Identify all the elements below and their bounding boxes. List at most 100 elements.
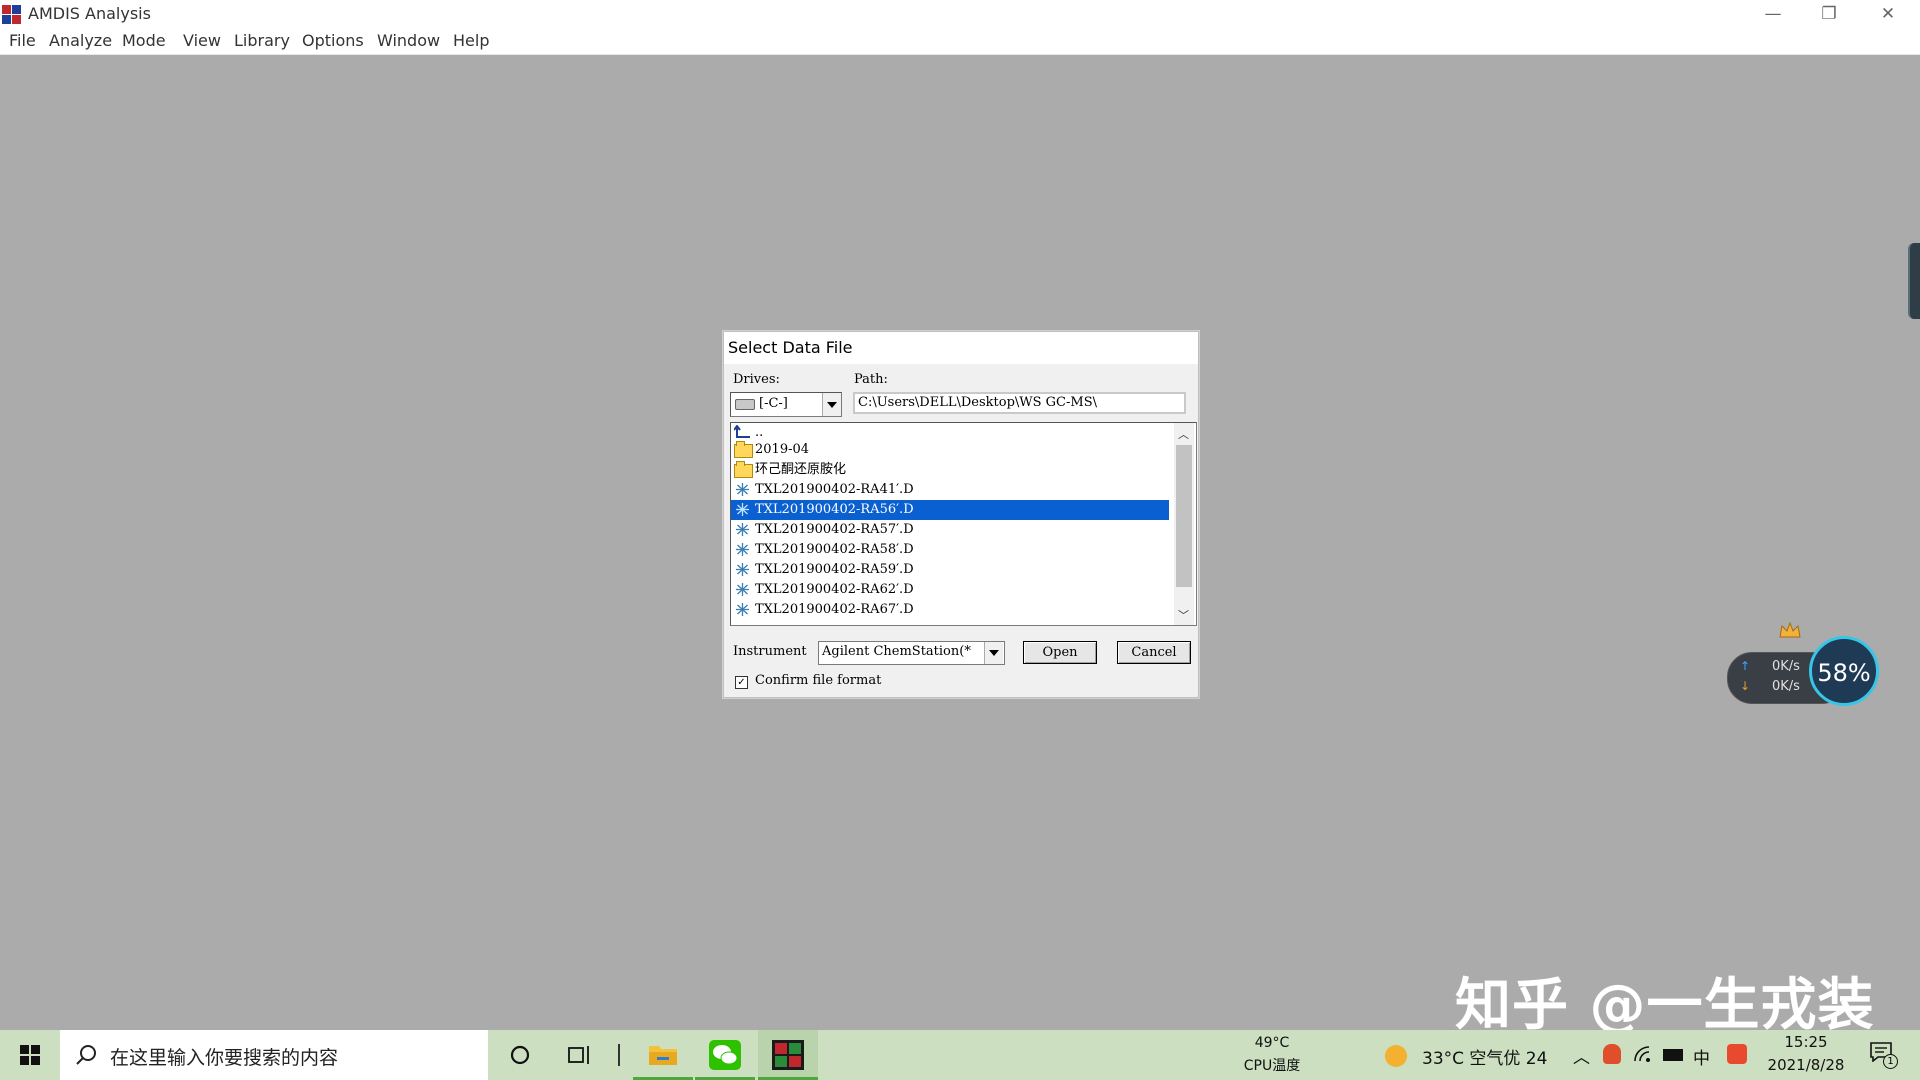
- menu-help[interactable]: Help: [453, 31, 489, 50]
- folder-icon: [734, 461, 753, 478]
- start-button[interactable]: [0, 1030, 60, 1080]
- clock-date[interactable]: 2021/8/28: [1760, 1056, 1852, 1074]
- instrument-select[interactable]: Agilent ChemStation(*: [818, 641, 1005, 665]
- chemstation-file-icon: [736, 503, 749, 516]
- cpu-temp-label: CPU温度: [1243, 1058, 1301, 1074]
- list-item-label: TXL201900402-RA59′.D: [755, 562, 914, 577]
- list-item-label: 环己酮还原胺化: [755, 462, 847, 477]
- wechat-taskbar-button[interactable]: [695, 1030, 755, 1080]
- minimize-button[interactable]: —: [1745, 0, 1801, 28]
- list-item-datafile[interactable]: TXL201900402-RA67′.D: [731, 600, 1169, 620]
- notification-count-badge: 1: [1883, 1054, 1898, 1069]
- list-item-datafile[interactable]: TXL201900402-RA41′.D: [731, 480, 1169, 500]
- taskbar: 在这里输入你要搜索的内容 49°C CPU温度 33°C 空气优 24 ︿ 中 …: [0, 1030, 1920, 1080]
- menu-bar: File Analyze Mode View Library Options W…: [0, 28, 1920, 55]
- ime-indicator[interactable]: 中: [1693, 1044, 1710, 1069]
- battery-icon[interactable]: [1663, 1049, 1683, 1061]
- memory-usage-percent: 58%: [1817, 659, 1871, 687]
- list-item-folder[interactable]: 环己酮还原胺化: [731, 460, 1169, 480]
- chevron-down-icon: [827, 402, 837, 408]
- clock-time[interactable]: 15:25: [1766, 1033, 1846, 1051]
- menu-view[interactable]: View: [183, 31, 221, 50]
- taskbar-search[interactable]: 在这里输入你要搜索的内容: [60, 1030, 488, 1080]
- confirm-file-format-checkbox[interactable]: ✓: [735, 676, 748, 689]
- list-item-label: TXL201900402-RA41′.D: [755, 482, 914, 497]
- upload-arrow-icon: ↑: [1740, 659, 1751, 673]
- minimize-icon: —: [1764, 4, 1782, 24]
- download-arrow-icon: ↓: [1740, 679, 1751, 693]
- restore-icon: ❐: [1821, 4, 1837, 24]
- list-item-datafile[interactable]: TXL201900402-RA62′.D: [731, 580, 1169, 600]
- file-explorer-taskbar-button[interactable]: [633, 1030, 693, 1080]
- cortana-circle-icon: [510, 1045, 530, 1065]
- drives-label: Drives:: [733, 372, 780, 387]
- window-title: AMDIS Analysis: [28, 4, 151, 23]
- file-list[interactable]: .. 2019-04 环己酮还原胺化 TXL201900402-RA41′.D …: [730, 422, 1197, 626]
- cpu-temp-value: 49°C: [1254, 1035, 1290, 1051]
- select-data-file-dialog: Select Data File Drives: [-C-] Path: C:\…: [723, 331, 1199, 698]
- list-item-datafile[interactable]: TXL201900402-RA57′.D: [731, 520, 1169, 540]
- folder-icon: [649, 1046, 677, 1065]
- parent-folder-icon: [734, 425, 750, 438]
- instrument-dropdown-button[interactable]: [984, 642, 1003, 664]
- chemstation-file-icon: [736, 563, 749, 576]
- chemstation-file-icon: [736, 523, 749, 536]
- amdis-app-icon: [2, 5, 21, 24]
- list-item-datafile[interactable]: TXL201900402-RA58′.D: [731, 540, 1169, 560]
- chevron-down-icon: [989, 650, 999, 656]
- amdis-taskbar-button[interactable]: [758, 1030, 818, 1080]
- drives-dropdown-button[interactable]: [822, 393, 841, 416]
- weather-text[interactable]: 33°C 空气优 24: [1422, 1044, 1547, 1069]
- task-view-button[interactable]: [550, 1030, 610, 1080]
- chemstation-file-icon: [736, 543, 749, 556]
- menu-analyze[interactable]: Analyze: [49, 31, 112, 50]
- list-item-datafile[interactable]: TXL201900402-RA59′.D: [731, 560, 1169, 580]
- scrollbar-thumb[interactable]: [1176, 445, 1192, 587]
- list-item-label: TXL201900402-RA56′.D: [755, 502, 914, 517]
- action-center-button[interactable]: 1: [1870, 1042, 1898, 1069]
- sogou-ime-icon[interactable]: [1727, 1044, 1747, 1064]
- scroll-up-icon[interactable]: ︿: [1178, 426, 1189, 442]
- wechat-icon: [709, 1040, 741, 1070]
- drives-select[interactable]: [-C-]: [730, 392, 842, 417]
- search-icon: [76, 1045, 96, 1065]
- show-hidden-icons-chevron-icon[interactable]: ︿: [1573, 1043, 1590, 1068]
- menu-window[interactable]: Window: [377, 31, 440, 50]
- dialog-title: Select Data File: [728, 338, 853, 357]
- amdis-app-icon: [772, 1040, 804, 1070]
- menu-library[interactable]: Library: [234, 31, 290, 50]
- list-item-datafile-selected[interactable]: TXL201900402-RA56′.D: [731, 500, 1169, 520]
- task-view-icon: [568, 1046, 589, 1064]
- title-bar: AMDIS Analysis — ❐ ✕: [0, 0, 1920, 28]
- confirm-file-format-label: Confirm file format: [755, 673, 882, 688]
- menu-options[interactable]: Options: [302, 31, 364, 50]
- cancel-button[interactable]: Cancel: [1117, 641, 1191, 664]
- list-item-label: TXL201900402-RA58′.D: [755, 542, 914, 557]
- restore-button[interactable]: ❐: [1801, 0, 1857, 28]
- qq-tray-icon[interactable]: [1603, 1044, 1621, 1064]
- download-speed: 0K/s: [1772, 679, 1800, 694]
- cortana-button[interactable]: [490, 1030, 550, 1080]
- chemstation-file-icon: [736, 603, 749, 616]
- vip-crown-icon: [1779, 622, 1801, 638]
- upload-speed: 0K/s: [1772, 659, 1800, 674]
- scroll-down-icon[interactable]: ﹀: [1178, 607, 1189, 623]
- close-button[interactable]: ✕: [1860, 0, 1916, 28]
- checkmark-icon: ✓: [737, 677, 746, 688]
- network-speed-widget[interactable]: ↑ ↓ 0K/s 0K/s 58%: [1727, 622, 1882, 712]
- list-item-folder[interactable]: 2019-04: [731, 440, 1169, 460]
- zhihu-watermark: 知乎 @一生戎装: [1455, 973, 1875, 1038]
- instrument-label: Instrument: [733, 644, 807, 659]
- side-panel-handle[interactable]: [1908, 243, 1920, 319]
- file-list-scrollbar[interactable]: ︿ ﹀: [1174, 423, 1194, 625]
- path-field[interactable]: C:\Users\DELL\Desktop\WS GC-MS\: [853, 392, 1186, 414]
- dialog-title-bar[interactable]: Select Data File: [724, 332, 1198, 364]
- instrument-value: Agilent ChemStation(*: [822, 644, 971, 659]
- wifi-icon[interactable]: [1633, 1045, 1653, 1065]
- menu-mode[interactable]: Mode: [122, 31, 166, 50]
- path-label: Path:: [854, 372, 888, 387]
- list-item-label: TXL201900402-RA62′.D: [755, 582, 914, 597]
- menu-file[interactable]: File: [9, 31, 36, 50]
- open-button[interactable]: Open: [1023, 641, 1097, 664]
- windows-logo-icon: [20, 1045, 40, 1065]
